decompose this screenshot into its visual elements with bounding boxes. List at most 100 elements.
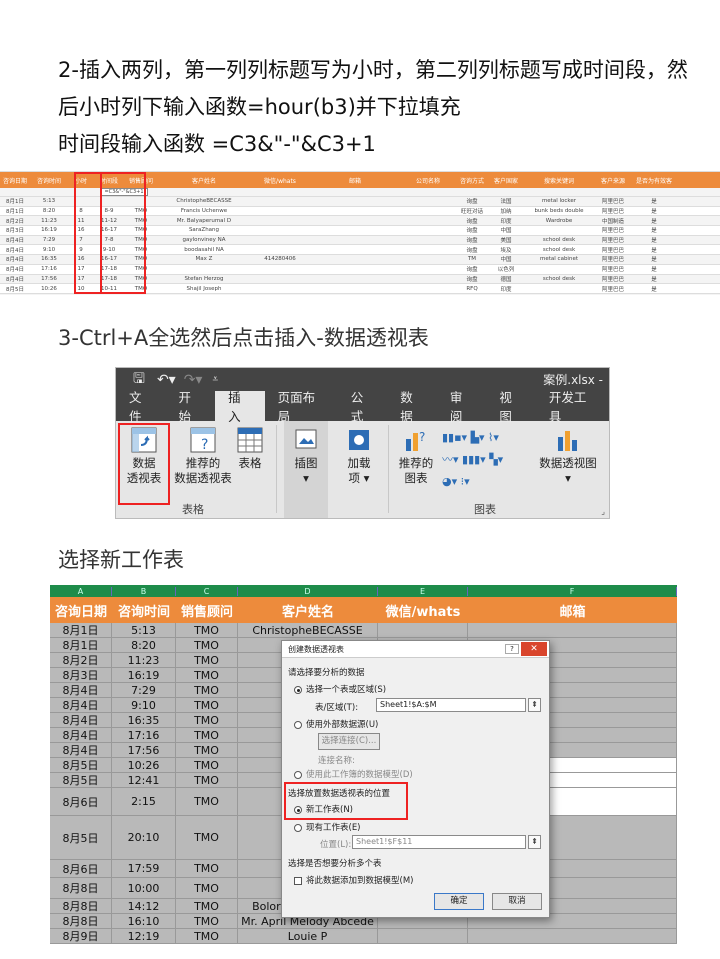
sheet2-cell[interactable]: 20:10: [112, 816, 176, 859]
sheet1-cell[interactable]: 8:20: [30, 208, 68, 214]
redo-icon[interactable]: ↷▾: [184, 372, 203, 388]
cancel-button[interactable]: 取消: [492, 893, 542, 910]
sheet2-cell[interactable]: 8月4日: [50, 683, 112, 697]
column-letter[interactable]: C: [176, 586, 238, 596]
help-button[interactable]: ?: [505, 644, 519, 654]
sheet2-cell[interactable]: 8月4日: [50, 713, 112, 727]
sheet2-cell[interactable]: 8月4日: [50, 743, 112, 757]
tab-0[interactable]: 文件: [116, 390, 166, 424]
sheet2-cell[interactable]: 8月9日: [50, 929, 112, 943]
sheet2-cell[interactable]: TMO: [176, 773, 238, 787]
sheet1-cell[interactable]: 询盘: [456, 265, 488, 273]
column-letter[interactable]: E: [378, 586, 468, 596]
sheet2-cell[interactable]: 2:15: [112, 788, 176, 815]
sheet1-cell[interactable]: 是: [632, 197, 676, 205]
sheet2-cell[interactable]: TMO: [176, 816, 238, 859]
sheet2-cell[interactable]: 8月1日: [50, 623, 112, 637]
sheet1-cell[interactable]: 是: [632, 265, 676, 273]
sheet1-cell[interactable]: 阿里巴巴: [594, 265, 632, 273]
sheet1-cell[interactable]: 美国: [488, 236, 524, 244]
pivot-chart-button[interactable]: 数据透视图 ▾: [534, 427, 602, 486]
sheet1-cell[interactable]: gaylonviney NA: [158, 237, 250, 243]
sheet1-cell[interactable]: 是: [632, 285, 676, 293]
sheet1-cell[interactable]: 8月1日: [0, 197, 30, 205]
sheet2-cell[interactable]: 8月5日: [50, 773, 112, 787]
sheet2-cell[interactable]: 10:00: [112, 878, 176, 898]
sheet2-cell[interactable]: [378, 623, 468, 637]
sheet1-cell[interactable]: school desk: [524, 237, 594, 243]
tab-8[interactable]: 开发工具: [536, 390, 609, 424]
range-collapse-button[interactable]: ⇞: [528, 698, 541, 712]
radio-external-source[interactable]: 使用外部数据源(U): [294, 718, 378, 730]
sheet2-cell[interactable]: 8月6日: [50, 788, 112, 815]
sheet1-cell[interactable]: 8月4日: [0, 255, 30, 263]
sheet1-cell[interactable]: 加纳: [488, 207, 524, 215]
sheet1-cell[interactable]: metal cabinet: [524, 256, 594, 262]
sheet2-cell[interactable]: TMO: [176, 638, 238, 652]
sheet1-cell[interactable]: 阿里巴巴: [594, 207, 632, 215]
sheet2-cell[interactable]: 16:35: [112, 713, 176, 727]
sheet2-cell[interactable]: [468, 623, 677, 637]
sheet1-cell[interactable]: bunk beds double: [524, 208, 594, 214]
choose-connection-button[interactable]: 选择连接(C)...: [318, 733, 380, 750]
sheet1-cell[interactable]: 是: [632, 207, 676, 215]
ok-button[interactable]: 确定: [434, 893, 484, 910]
sheet1-cell[interactable]: 阿里巴巴: [594, 285, 632, 293]
sheet1-cell[interactable]: 8月2日: [0, 217, 30, 225]
sheet1-cell[interactable]: 询盘: [456, 294, 488, 295]
sheet1-cell[interactable]: 中国: [488, 255, 524, 263]
sheet1-cell[interactable]: 10:26: [30, 286, 68, 292]
sheet1-cell[interactable]: school desk: [524, 276, 594, 282]
sheet2-cell[interactable]: [378, 929, 468, 943]
sheet1-cell[interactable]: 8月3日: [0, 226, 30, 234]
sheet2-cell[interactable]: 8月6日: [50, 860, 112, 877]
illustrations-button[interactable]: 插图 ▾: [284, 421, 328, 518]
sheet1-cell[interactable]: TM: [456, 256, 488, 262]
sheet1-cell[interactable]: 阿里巴巴: [594, 275, 632, 283]
column-chart-icon[interactable]: ▮▮▪▾ ▙▾ ⌇▾: [442, 427, 532, 449]
sheet1-cell[interactable]: 中国: [488, 226, 524, 234]
sheet2-cell[interactable]: TMO: [176, 914, 238, 928]
dialog-launcher-icon[interactable]: ⌟: [601, 507, 605, 516]
sheet1-cell[interactable]: 8月4日: [0, 246, 30, 254]
pie-chart-icon[interactable]: ◕▾ ⁝▾: [442, 471, 532, 493]
sheet1-cell[interactable]: school desk: [524, 247, 594, 253]
sheet1-cell[interactable]: 阿里巴巴: [594, 255, 632, 263]
sheet2-cell[interactable]: 11:23: [112, 653, 176, 667]
sheet2-cell[interactable]: 14:12: [112, 899, 176, 913]
sheet2-cell[interactable]: 9:10: [112, 698, 176, 712]
sheet1-cell[interactable]: 是: [632, 217, 676, 225]
column-letter[interactable]: A: [50, 586, 112, 596]
sheet1-cell[interactable]: boodasahil NA: [158, 247, 250, 253]
sheet2-cell[interactable]: 8月8日: [50, 914, 112, 928]
sheet1-cell[interactable]: 414280406: [250, 256, 310, 262]
sheet1-cell[interactable]: 法国: [488, 197, 524, 205]
sheet2-cell[interactable]: [468, 929, 677, 943]
column-letter[interactable]: B: [112, 586, 176, 596]
sheet1-cell[interactable]: 阿里巴巴: [594, 226, 632, 234]
sheet2-cell[interactable]: 8月3日: [50, 668, 112, 682]
sheet2-cell[interactable]: Louie P: [238, 929, 378, 943]
sheet2-cell[interactable]: 8:20: [112, 638, 176, 652]
sheet2-cell[interactable]: 8月4日: [50, 698, 112, 712]
sheet2-cell[interactable]: 8月4日: [50, 728, 112, 742]
sheet2-cell[interactable]: TMO: [176, 728, 238, 742]
sheet1-cell[interactable]: 17:56: [30, 276, 68, 282]
sheet1-cell[interactable]: 阿里巴巴: [594, 294, 632, 295]
sheet1-cell[interactable]: 是: [632, 255, 676, 263]
sheet2-cell[interactable]: 16:19: [112, 668, 176, 682]
sheet1-cell[interactable]: 是: [632, 226, 676, 234]
sheet1-cell[interactable]: 询盘: [456, 236, 488, 244]
sheet1-cell[interactable]: Francis Uchenwe: [158, 208, 250, 214]
sheet2-cell[interactable]: ChristopheBECASSE: [238, 623, 378, 637]
sheet1-cell[interactable]: 以色列: [488, 265, 524, 273]
recommended-charts-button[interactable]: ? 推荐的 图表: [392, 427, 440, 486]
sheet1-cell[interactable]: Mr. Balyaperumal D: [158, 218, 250, 224]
sheet1-cell[interactable]: Max Z: [158, 256, 250, 262]
sheet1-cell[interactable]: 旺旺对话: [456, 207, 488, 215]
sheet2-cell[interactable]: TMO: [176, 899, 238, 913]
sheet1-cell[interactable]: 阿里巴巴: [594, 236, 632, 244]
sheet2-cell[interactable]: 17:59: [112, 860, 176, 877]
sheet1-cell[interactable]: 询盘: [456, 246, 488, 254]
customize-qat-icon[interactable]: ⩡: [212, 374, 218, 385]
